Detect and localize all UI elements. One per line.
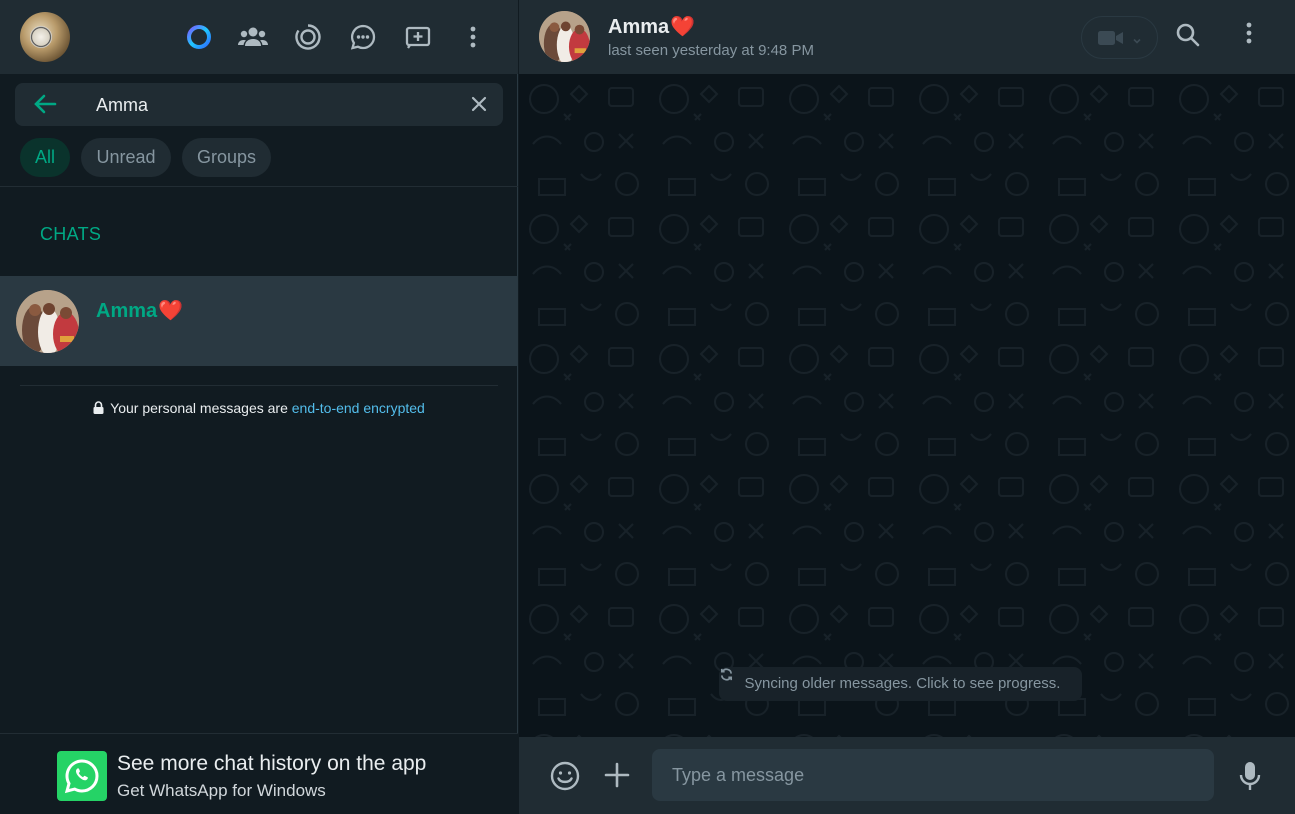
- contact-name-text: Amma: [608, 16, 670, 38]
- search-input[interactable]: Amma: [96, 95, 148, 116]
- search-icon[interactable]: [1175, 22, 1201, 53]
- channels-icon[interactable]: [347, 21, 379, 53]
- section-label-chats: CHATS: [40, 224, 102, 244]
- message-composer: [519, 737, 1295, 814]
- attach-plus-icon[interactable]: [604, 762, 630, 793]
- sync-text: Syncing older messages. Click to see pro…: [744, 675, 1061, 692]
- encryption-link[interactable]: end-to-end encrypted: [292, 400, 425, 416]
- filter-unread[interactable]: Unread: [81, 138, 171, 177]
- last-seen-status: last seen yesterday at 9:48 PM: [608, 42, 814, 59]
- promo-title: See more chat history on the app: [117, 752, 427, 775]
- chat-wallpaper: Syncing older messages. Click to see pro…: [519, 74, 1295, 737]
- filter-all[interactable]: All: [20, 138, 70, 177]
- conversation-panel: Amma❤️ last seen yesterday at 9:48 PM Sy…: [519, 0, 1295, 814]
- chat-list-item[interactable]: Amma❤️: [0, 276, 518, 366]
- whatsapp-logo-icon: [57, 751, 107, 801]
- profile-avatar[interactable]: [20, 12, 70, 62]
- contact-avatar: [16, 290, 79, 353]
- sync-notice[interactable]: Syncing older messages. Click to see pro…: [719, 667, 1082, 701]
- video-camera-icon: [1098, 30, 1124, 51]
- divider: [0, 186, 518, 187]
- get-app-banner[interactable]: See more chat history on the app Get Wha…: [0, 733, 518, 814]
- doodle-pattern: [519, 74, 1295, 737]
- encryption-text: Your personal messages are: [110, 400, 292, 416]
- back-arrow-icon[interactable]: [33, 93, 57, 120]
- meta-ai-icon[interactable]: [183, 21, 215, 53]
- microphone-icon[interactable]: [1239, 761, 1261, 796]
- conversation-header[interactable]: Amma❤️ last seen yesterday at 9:48 PM: [519, 0, 1295, 74]
- menu-icon[interactable]: [457, 21, 489, 53]
- promo-subtitle[interactable]: Get WhatsApp for Windows: [117, 781, 326, 801]
- chat-name-text: Amma: [96, 300, 158, 322]
- emoji-icon[interactable]: [549, 760, 581, 797]
- status-icon[interactable]: [292, 21, 324, 53]
- heart-emoji: ❤️: [158, 300, 184, 322]
- left-header: [0, 0, 518, 74]
- communities-icon[interactable]: [237, 21, 269, 53]
- chat-list-panel: Amma All Unread Groups CHATS Amma❤️ Your…: [0, 0, 518, 814]
- search-box[interactable]: Amma: [15, 83, 503, 126]
- contact-avatar[interactable]: [539, 11, 590, 62]
- heart-emoji: ❤️: [670, 16, 696, 38]
- contact-name[interactable]: Amma❤️: [608, 14, 695, 39]
- new-chat-icon[interactable]: [402, 21, 434, 53]
- clear-search-icon[interactable]: [470, 95, 488, 118]
- message-input[interactable]: [652, 749, 1214, 801]
- filter-groups[interactable]: Groups: [182, 138, 271, 177]
- video-call-button[interactable]: [1081, 16, 1158, 59]
- menu-icon[interactable]: [1246, 22, 1252, 49]
- encryption-notice: Your personal messages are end-to-end en…: [0, 400, 518, 417]
- chevron-down-icon: [1132, 32, 1142, 50]
- chat-name: Amma❤️: [96, 298, 183, 323]
- divider: [20, 385, 498, 386]
- lock-icon: [93, 401, 104, 417]
